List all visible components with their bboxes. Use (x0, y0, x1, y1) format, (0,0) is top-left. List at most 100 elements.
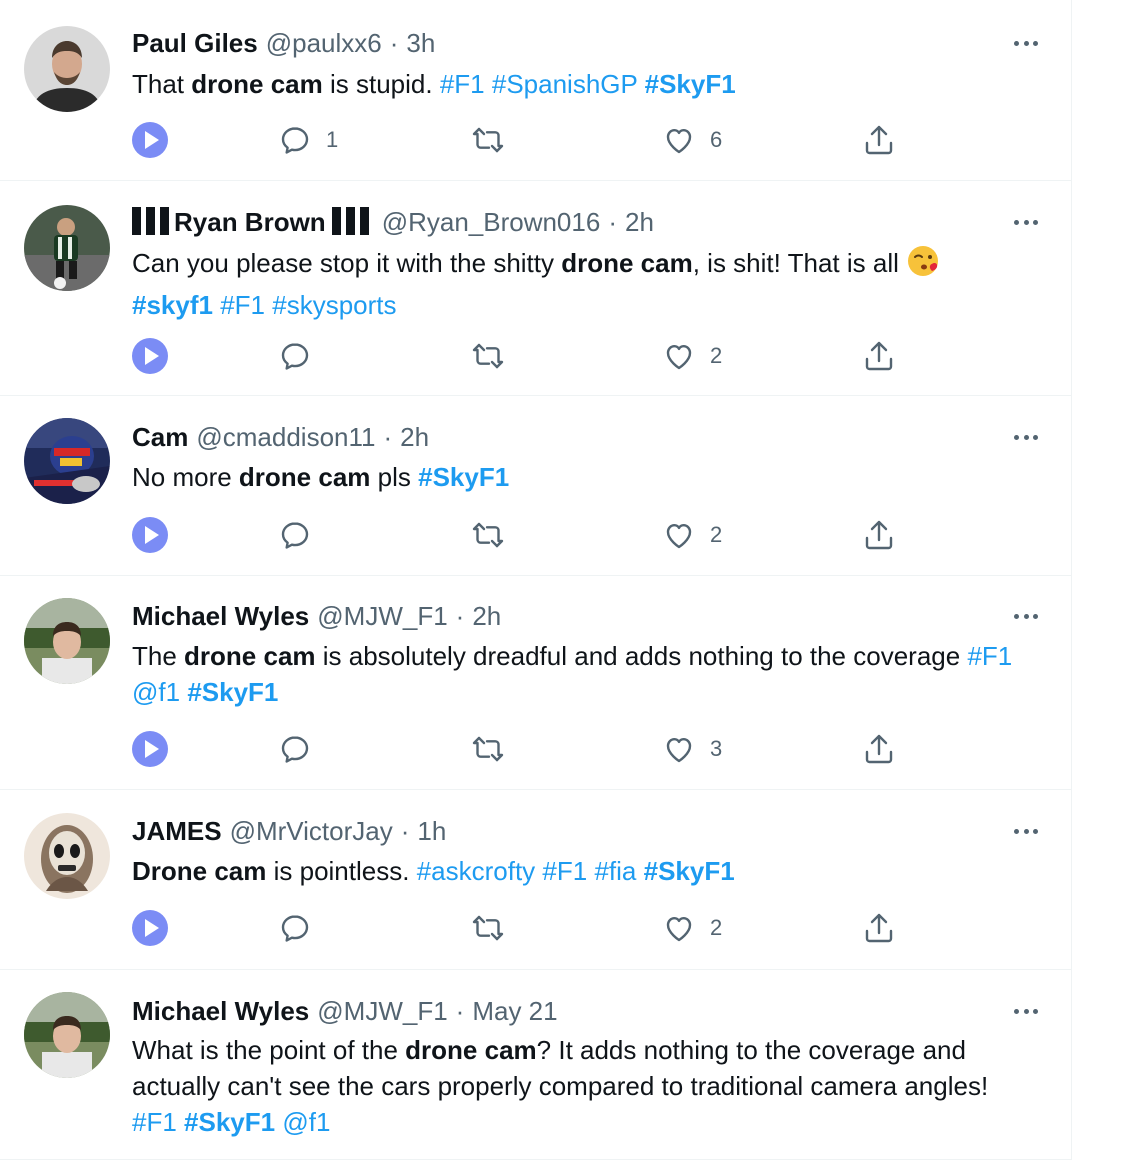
text-segment (637, 69, 644, 99)
avatar[interactable] (24, 992, 110, 1078)
hashtag-link[interactable]: #F1 (220, 290, 265, 320)
hashtag-link[interactable]: #F1 (132, 1107, 177, 1137)
like-button[interactable]: 2 (662, 517, 722, 553)
more-icon[interactable] (1010, 821, 1042, 841)
hashtag-link[interactable]: #F1 (542, 856, 587, 886)
more-icon[interactable] (1010, 33, 1042, 53)
more-icon[interactable] (1010, 606, 1042, 626)
play-button[interactable] (132, 731, 168, 767)
author-handle[interactable]: @MJW_F1 (317, 601, 447, 631)
author-handle[interactable]: @cmaddison11 (196, 422, 375, 452)
mention-link[interactable]: @f1 (282, 1107, 330, 1137)
tweet[interactable]: Michael Wyles @MJW_F1 · 2h The drone cam is … (0, 576, 1072, 790)
timestamp[interactable]: May 21 (472, 996, 557, 1026)
tweet[interactable]: Ryan Brown @Ryan_Brown016 · 2h Can you pleas… (0, 181, 1072, 396)
more-icon[interactable] (1010, 1001, 1042, 1021)
tweet[interactable]: JAMES @MrVictorJay · 1h Drone cam is pointle… (0, 790, 1072, 970)
hashtag-link[interactable]: #fia (594, 856, 636, 886)
author-handle[interactable]: @MrVictorJay (230, 816, 393, 846)
reply-button[interactable] (278, 731, 326, 767)
author-name-text: Ryan Brown (174, 207, 326, 237)
timestamp[interactable]: 2h (400, 422, 429, 452)
hashtag-link[interactable]: #SkyF1 (644, 856, 735, 886)
hashtag-link[interactable]: #SkyF1 (187, 677, 278, 707)
timestamp[interactable]: 2h (625, 207, 654, 237)
avatar[interactable] (24, 205, 110, 291)
like-button[interactable]: 3 (662, 731, 722, 767)
mention-link[interactable]: @f1 (132, 677, 180, 707)
more-dot (1023, 434, 1029, 440)
hashtag-link[interactable]: #SkyF1 (184, 1107, 275, 1137)
hashtag-link[interactable]: #skysports (272, 290, 396, 320)
play-triangle (145, 526, 159, 544)
retweet-button[interactable] (470, 517, 520, 553)
author-name[interactable]: JAMES (132, 816, 222, 846)
author-name[interactable]: Michael Wyles (132, 996, 309, 1026)
hashtag-link[interactable]: #F1 (440, 69, 485, 99)
avatar[interactable] (24, 598, 110, 684)
text-segment: , is shit! That is all (692, 248, 907, 278)
retweet-button[interactable] (470, 910, 520, 946)
share-button[interactable] (862, 122, 896, 158)
tweet-header: Paul Giles @paulxx6 · 3h (132, 26, 435, 60)
tweet-actions: 16 (132, 122, 912, 158)
author-name[interactable]: Paul Giles (132, 28, 258, 58)
retweet-button[interactable] (470, 122, 520, 158)
tweet-header: JAMES @MrVictorJay · 1h (132, 814, 446, 848)
reply-button[interactable] (278, 517, 326, 553)
play-button[interactable] (132, 517, 168, 553)
share-icon (862, 518, 896, 552)
hashtag-link[interactable]: #SkyF1 (645, 69, 736, 99)
avatar[interactable] (24, 26, 110, 112)
more-dot (1023, 219, 1029, 225)
reply-button[interactable]: 1 (278, 122, 338, 158)
avatar[interactable] (24, 418, 110, 504)
like-button[interactable]: 2 (662, 338, 722, 374)
tweet[interactable]: Paul Giles @paulxx6 · 3h That drone cam is s… (0, 0, 1072, 181)
hashtag-link[interactable]: #SpanishGP (492, 69, 638, 99)
play-icon (132, 731, 168, 767)
share-button[interactable] (862, 517, 896, 553)
reply-button[interactable] (278, 338, 326, 374)
avatar[interactable] (24, 813, 110, 899)
hashtag-link[interactable]: #F1 (967, 641, 1012, 671)
hashtag-link[interactable]: #skyf1 (132, 290, 213, 320)
hashtag-link[interactable]: #SkyF1 (418, 462, 509, 492)
text-segment: No more (132, 462, 239, 492)
header-separator: · (383, 422, 393, 452)
author-name[interactable]: Cam (132, 422, 188, 452)
name-bar-glyph (132, 207, 141, 235)
play-icon (132, 910, 168, 946)
timestamp[interactable]: 1h (417, 816, 446, 846)
author-handle[interactable]: @paulxx6 (266, 28, 382, 58)
author-name[interactable]: Michael Wyles (132, 601, 309, 631)
author-name-text: Michael Wyles (132, 601, 310, 631)
tweet-text: What is the point of the drone cam? It a… (132, 1032, 1052, 1140)
share-button[interactable] (862, 338, 896, 374)
tweet[interactable]: Michael Wyles @MJW_F1 · May 21 What is the p… (0, 970, 1072, 1160)
play-button[interactable] (132, 338, 168, 374)
share-icon (862, 911, 896, 945)
author-name[interactable]: Ryan Brown (132, 207, 374, 237)
retweet-button[interactable] (470, 338, 520, 374)
like-button[interactable]: 2 (662, 910, 722, 946)
play-button[interactable] (132, 122, 168, 158)
tweet-header: Michael Wyles @MJW_F1 · May 21 (132, 994, 558, 1028)
retweet-button[interactable] (470, 731, 520, 767)
share-button[interactable] (862, 731, 896, 767)
hashtag-link[interactable]: #askcrofty (417, 856, 536, 886)
timestamp[interactable]: 2h (472, 601, 501, 631)
play-button[interactable] (132, 910, 168, 946)
tweet[interactable]: Cam @cmaddison11 · 2h No more drone cam pls … (0, 396, 1072, 576)
play-icon (132, 517, 168, 553)
text-segment: Can you please stop it with the shitty (132, 248, 562, 278)
reply-button[interactable] (278, 910, 326, 946)
author-handle[interactable]: @MJW_F1 (317, 996, 447, 1026)
share-button[interactable] (862, 910, 896, 946)
author-handle[interactable]: @Ryan_Brown016 (382, 207, 601, 237)
timestamp[interactable]: 3h (406, 28, 435, 58)
like-button[interactable]: 6 (662, 122, 722, 158)
share-icon (862, 339, 896, 373)
more-icon[interactable] (1010, 427, 1042, 447)
more-icon[interactable] (1010, 212, 1042, 232)
